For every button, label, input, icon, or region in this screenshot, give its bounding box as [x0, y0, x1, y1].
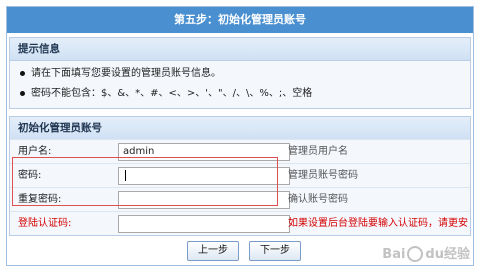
step-title: 第五步：初始化管理员账号: [7, 7, 473, 33]
tips-header: 提示信息: [10, 38, 470, 61]
bullet-icon: [20, 90, 25, 96]
watermark-text-left: Bai: [382, 246, 406, 262]
tips-box: 提示信息 请在下面填写您要设置的管理员账号信息。 密码不能包含：$、&、*、#、…: [9, 37, 471, 109]
prev-step-button[interactable]: 上一步: [187, 241, 239, 261]
tip-item-1: 请在下面填写您要设置的管理员账号信息。: [20, 66, 221, 82]
admin-section-header: 初始化管理员账号: [10, 117, 470, 140]
auth-code-input[interactable]: [118, 215, 290, 233]
auth-code-label: 登陆认证码:: [18, 218, 72, 229]
username-value: admin: [123, 146, 155, 157]
tip-text-2: 密码不能包含：$、&、*、#、<、>、'、"、/、\、%、;、空格: [31, 88, 313, 99]
auth-code-row: 登陆认证码: 如果设置后台登陆要输入认证码，请更安全: [10, 211, 470, 253]
tip-text-1: 请在下面填写您要设置的管理员账号信息。: [31, 68, 221, 79]
tip-item-2: 密码不能包含：$、&、*、#、<、>、'、"、/、\、%、;、空格: [20, 86, 312, 102]
repeat-password-hint: 确认账号密码: [288, 194, 348, 205]
baidu-watermark: Bai du经验: [382, 243, 470, 262]
watermark-sub: du: [425, 246, 444, 262]
bullet-icon: [20, 70, 25, 76]
install-panel: 第五步：初始化管理员账号 提示信息 请在下面填写您要设置的管理员账号信息。 密码…: [6, 6, 474, 266]
password-hint: 管理员账号密码: [288, 170, 358, 181]
paw-icon: [407, 246, 424, 262]
highlight-annotation-box: [12, 157, 278, 206]
username-hint: 管理员用户名: [288, 146, 348, 157]
next-step-button[interactable]: 下一步: [249, 241, 301, 261]
watermark-text-right: 经验: [443, 246, 470, 262]
